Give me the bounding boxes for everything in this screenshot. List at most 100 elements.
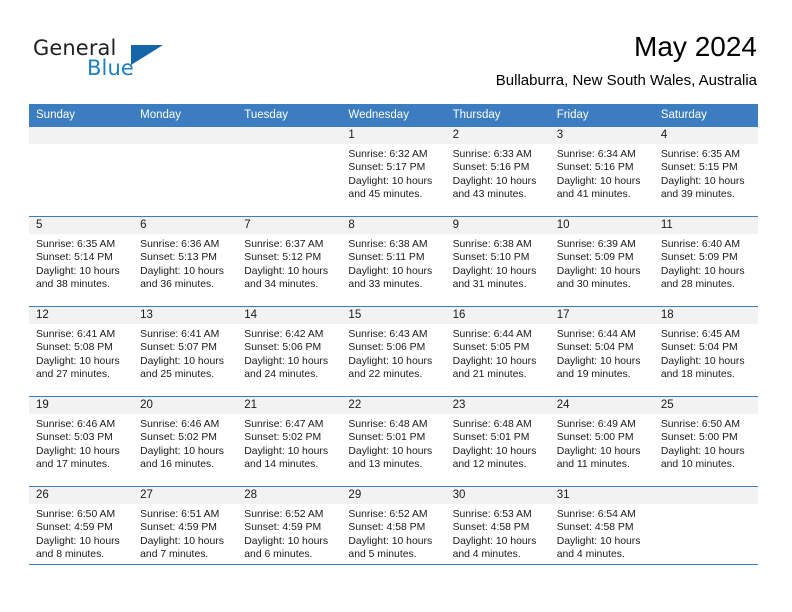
calendar-cell-day[interactable]: 2 Sunrise: 6:33 AM Sunset: 5:16 PM Daylight… bbox=[445, 127, 550, 217]
daylight-text-line1: Daylight: 10 hours bbox=[244, 535, 329, 547]
calendar-cell-day[interactable]: 5 Sunrise: 6:35 AM Sunset: 5:14 PM Daylight… bbox=[29, 216, 134, 307]
day-details: Sunrise: 6:37 AM Sunset: 5:12 PM Daylight:… bbox=[237, 234, 341, 292]
day-number bbox=[133, 127, 238, 144]
daylight-text-line2: and 19 minutes. bbox=[556, 369, 631, 381]
day-number: 11 bbox=[653, 217, 758, 234]
day-cell bbox=[29, 127, 134, 216]
calendar-cell-day[interactable]: 7 Sunrise: 6:37 AM Sunset: 5:12 PM Daylight… bbox=[237, 216, 342, 307]
day-number: 9 bbox=[445, 217, 550, 234]
daylight-text-line1: Daylight: 10 hours bbox=[140, 445, 224, 457]
calendar-body: 1 Sunrise: 6:32 AM Sunset: 5:17 PM Daylight… bbox=[29, 127, 758, 576]
calendar-cell-day[interactable]: 21 Sunrise: 6:47 AM Sunset: 5:02 PM Dayligh… bbox=[237, 396, 342, 487]
calendar-cell-day[interactable]: 30 Sunrise: 6:53 AM Sunset: 4:58 PM Dayligh… bbox=[445, 486, 550, 576]
daylight-text-line2: and 30 minutes. bbox=[556, 279, 631, 291]
page-header: General Blue May 2024 Bullaburra, New So… bbox=[0, 0, 792, 100]
weekday-header-sunday: Sunday bbox=[29, 104, 134, 127]
calendar-cell-day[interactable]: 3 Sunrise: 6:34 AM Sunset: 5:16 PM Daylight… bbox=[549, 127, 654, 217]
calendar-cell-day[interactable]: 14 Sunrise: 6:42 AM Sunset: 5:06 PM Dayligh… bbox=[237, 306, 342, 397]
daylight-text-line2: and 41 minutes. bbox=[556, 189, 631, 201]
calendar-week-row: 5 Sunrise: 6:35 AM Sunset: 5:14 PM Daylight… bbox=[29, 216, 758, 307]
calendar-cell-day[interactable]: 23 Sunrise: 6:48 AM Sunset: 5:01 PM Dayligh… bbox=[445, 396, 550, 487]
calendar-cell-day[interactable]: 8 Sunrise: 6:38 AM Sunset: 5:11 PM Daylight… bbox=[341, 216, 446, 307]
day-number: 1 bbox=[341, 127, 446, 144]
generalblue-logo[interactable]: General Blue bbox=[33, 36, 203, 84]
sunrise-text: Sunrise: 6:44 AM bbox=[556, 329, 636, 340]
calendar-cell-day[interactable]: 26 Sunrise: 6:50 AM Sunset: 4:59 PM Dayligh… bbox=[29, 486, 134, 576]
day-number: 15 bbox=[341, 307, 446, 324]
calendar-cell-day[interactable]: 19 Sunrise: 6:46 AM Sunset: 5:03 PM Dayligh… bbox=[29, 396, 134, 487]
calendar-cell-day[interactable]: 9 Sunrise: 6:38 AM Sunset: 5:10 PM Daylight… bbox=[445, 216, 550, 307]
weekday-header-wednesday: Wednesday bbox=[341, 104, 446, 127]
sunset-text: Sunset: 5:08 PM bbox=[36, 342, 113, 354]
calendar-cell-day[interactable]: 16 Sunrise: 6:44 AM Sunset: 5:05 PM Dayligh… bbox=[445, 306, 550, 397]
day-cell: 8 Sunrise: 6:38 AM Sunset: 5:11 PM Daylight… bbox=[341, 217, 446, 306]
daylight-text-line2: and 21 minutes. bbox=[452, 369, 527, 381]
daylight-text-line1: Daylight: 10 hours bbox=[348, 265, 433, 277]
daylight-text-line2: and 7 minutes. bbox=[140, 549, 209, 561]
day-details: Sunrise: 6:33 AM Sunset: 5:16 PM Daylight:… bbox=[446, 144, 550, 202]
day-details: Sunrise: 6:50 AM Sunset: 5:00 PM Daylight:… bbox=[654, 414, 758, 472]
daylight-text-line1: Daylight: 10 hours bbox=[36, 535, 120, 547]
day-number: 4 bbox=[653, 127, 758, 144]
day-details: Sunrise: 6:43 AM Sunset: 5:06 PM Daylight:… bbox=[341, 324, 445, 382]
calendar-cell-day[interactable]: 12 Sunrise: 6:41 AM Sunset: 5:08 PM Dayligh… bbox=[29, 306, 134, 397]
calendar-cell-day[interactable]: 28 Sunrise: 6:52 AM Sunset: 4:59 PM Dayligh… bbox=[237, 486, 342, 576]
calendar-cell-day[interactable]: 15 Sunrise: 6:43 AM Sunset: 5:06 PM Dayligh… bbox=[341, 306, 446, 397]
day-cell: 10 Sunrise: 6:39 AM Sunset: 5:09 PM Dayligh… bbox=[549, 217, 654, 306]
weekday-header-friday: Friday bbox=[549, 104, 654, 127]
calendar-cell-day[interactable]: 11 Sunrise: 6:40 AM Sunset: 5:09 PM Dayligh… bbox=[653, 216, 758, 307]
day-cell: 22 Sunrise: 6:48 AM Sunset: 5:01 PM Dayligh… bbox=[341, 397, 446, 486]
day-cell: 31 Sunrise: 6:54 AM Sunset: 4:58 PM Dayligh… bbox=[549, 487, 654, 576]
day-details: Sunrise: 6:38 AM Sunset: 5:10 PM Daylight:… bbox=[446, 234, 550, 292]
calendar-cell-day[interactable]: 1 Sunrise: 6:32 AM Sunset: 5:17 PM Daylight… bbox=[341, 127, 446, 217]
calendar-cell-day[interactable]: 24 Sunrise: 6:49 AM Sunset: 5:00 PM Dayligh… bbox=[549, 396, 654, 487]
calendar-cell-day[interactable]: 13 Sunrise: 6:41 AM Sunset: 5:07 PM Dayligh… bbox=[133, 306, 238, 397]
calendar-cell-day[interactable]: 18 Sunrise: 6:45 AM Sunset: 5:04 PM Dayligh… bbox=[653, 306, 758, 397]
calendar-cell-day[interactable]: 31 Sunrise: 6:54 AM Sunset: 4:58 PM Dayligh… bbox=[549, 486, 654, 576]
sunrise-text: Sunrise: 6:47 AM bbox=[244, 419, 324, 430]
day-number: 5 bbox=[29, 217, 134, 234]
day-cell: 12 Sunrise: 6:41 AM Sunset: 5:08 PM Dayligh… bbox=[29, 307, 134, 396]
calendar-cell-day[interactable]: 10 Sunrise: 6:39 AM Sunset: 5:09 PM Dayligh… bbox=[549, 216, 654, 307]
daylight-text-line1: Daylight: 10 hours bbox=[244, 355, 329, 367]
day-details: Sunrise: 6:46 AM Sunset: 5:03 PM Daylight:… bbox=[29, 414, 133, 472]
day-number bbox=[653, 487, 758, 504]
daylight-text-line1: Daylight: 10 hours bbox=[348, 445, 433, 457]
calendar-cell-day[interactable]: 20 Sunrise: 6:46 AM Sunset: 5:02 PM Dayligh… bbox=[133, 396, 238, 487]
sunrise-text: Sunrise: 6:38 AM bbox=[452, 239, 532, 250]
weekday-header-tuesday: Tuesday bbox=[237, 104, 342, 127]
daylight-text-line2: and 27 minutes. bbox=[36, 369, 110, 381]
day-details: Sunrise: 6:34 AM Sunset: 5:16 PM Daylight:… bbox=[550, 144, 654, 202]
sunset-text: Sunset: 5:01 PM bbox=[452, 432, 530, 444]
daylight-text-line1: Daylight: 10 hours bbox=[452, 535, 537, 547]
calendar-cell-day[interactable]: 17 Sunrise: 6:44 AM Sunset: 5:04 PM Dayligh… bbox=[549, 306, 654, 397]
sunrise-text: Sunrise: 6:50 AM bbox=[36, 509, 116, 520]
sunset-text: Sunset: 5:02 PM bbox=[140, 432, 217, 444]
daylight-text-line1: Daylight: 10 hours bbox=[244, 445, 329, 457]
calendar-cell-day[interactable]: 4 Sunrise: 6:35 AM Sunset: 5:15 PM Daylight… bbox=[653, 127, 758, 217]
sunset-text: Sunset: 4:58 PM bbox=[556, 522, 634, 534]
day-cell: 21 Sunrise: 6:47 AM Sunset: 5:02 PM Dayligh… bbox=[237, 397, 342, 486]
daylight-text-line1: Daylight: 10 hours bbox=[452, 265, 537, 277]
calendar-cell-day[interactable]: 6 Sunrise: 6:36 AM Sunset: 5:13 PM Daylight… bbox=[133, 216, 238, 307]
daylight-text-line2: and 8 minutes. bbox=[36, 549, 105, 561]
daylight-text-line1: Daylight: 10 hours bbox=[348, 535, 433, 547]
day-details: Sunrise: 6:54 AM Sunset: 4:58 PM Daylight:… bbox=[550, 504, 654, 562]
calendar-cell-day[interactable]: 29 Sunrise: 6:52 AM Sunset: 4:58 PM Dayligh… bbox=[341, 486, 446, 576]
calendar-cell-day[interactable]: 25 Sunrise: 6:50 AM Sunset: 5:00 PM Dayligh… bbox=[653, 396, 758, 487]
calendar-cell-empty bbox=[29, 127, 134, 217]
calendar-cell-day[interactable]: 27 Sunrise: 6:51 AM Sunset: 4:59 PM Dayligh… bbox=[133, 486, 238, 576]
day-cell: 3 Sunrise: 6:34 AM Sunset: 5:16 PM Daylight… bbox=[549, 127, 654, 216]
sunrise-text: Sunrise: 6:38 AM bbox=[348, 239, 428, 250]
daylight-text-line2: and 22 minutes. bbox=[348, 369, 423, 381]
day-details: Sunrise: 6:49 AM Sunset: 5:00 PM Daylight:… bbox=[550, 414, 654, 472]
calendar-cell-day[interactable]: 22 Sunrise: 6:48 AM Sunset: 5:01 PM Dayligh… bbox=[341, 396, 446, 487]
sunrise-text: Sunrise: 6:41 AM bbox=[36, 329, 116, 340]
sunrise-text: Sunrise: 6:35 AM bbox=[660, 149, 740, 160]
day-cell: 18 Sunrise: 6:45 AM Sunset: 5:04 PM Dayligh… bbox=[653, 307, 758, 396]
sunrise-text: Sunrise: 6:44 AM bbox=[452, 329, 532, 340]
day-details: Sunrise: 6:52 AM Sunset: 4:59 PM Daylight:… bbox=[237, 504, 341, 562]
day-number: 31 bbox=[549, 487, 654, 504]
daylight-text-line1: Daylight: 10 hours bbox=[348, 175, 433, 187]
daylight-text-line1: Daylight: 10 hours bbox=[348, 355, 433, 367]
